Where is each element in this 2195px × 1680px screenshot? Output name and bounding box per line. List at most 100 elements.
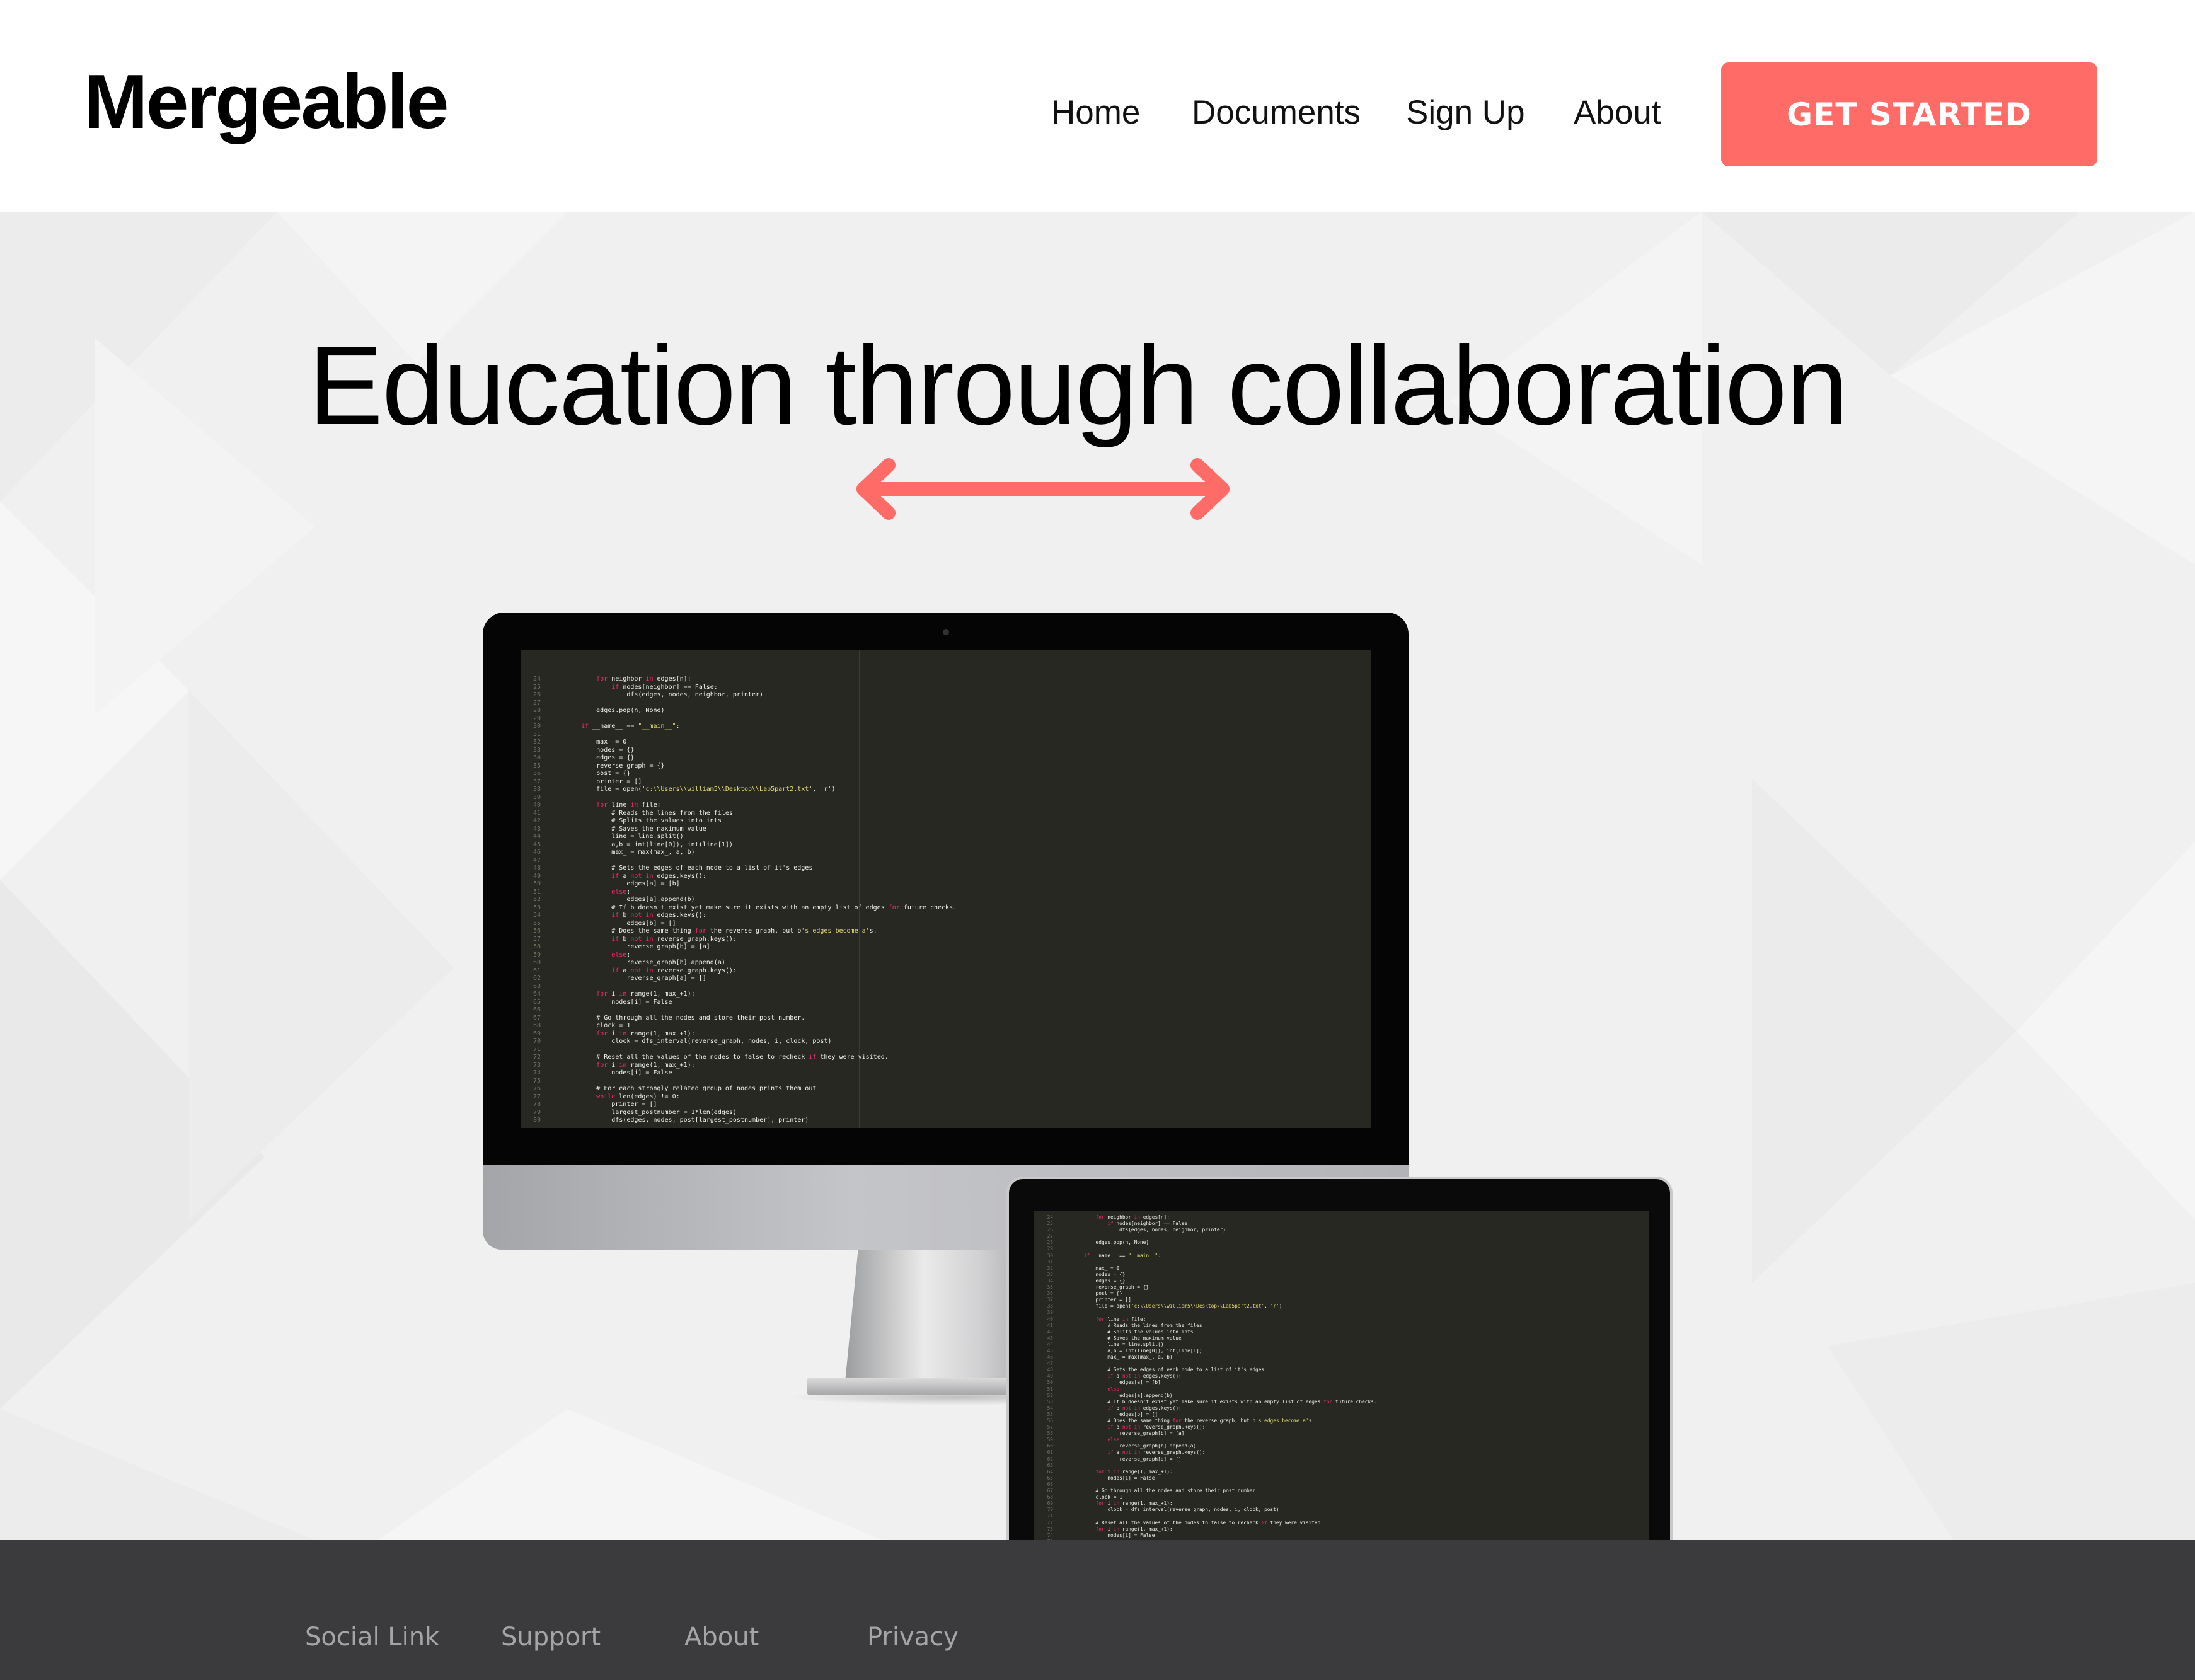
code-text: nodes[i] = False (566, 1069, 672, 1076)
code-text: nodes = {} (566, 746, 635, 754)
code-line: 65 nodes[i] = False (1034, 1475, 1377, 1482)
line-number: 64 (533, 991, 541, 998)
line-number: 42 (1047, 1328, 1053, 1335)
code-line: 40 for line in file: (1034, 1316, 1377, 1323)
code-line: 70 clock = dfs_interval(reverse_graph, n… (521, 1038, 957, 1046)
line-number: 66 (1047, 1481, 1053, 1487)
code-line: 53 # If b doesn't exist yet make sure it… (1034, 1399, 1377, 1405)
code-text: if nodes[neighbor] == False: (611, 683, 718, 691)
code-line: 38 file = open('c:\\Users\\william5\\Des… (521, 786, 957, 794)
line-number: 65 (533, 998, 541, 1006)
code-text: edges[b] = [] (1072, 1411, 1158, 1417)
code-line: 70 clock = dfs_interval(reverse_graph, n… (1034, 1507, 1377, 1513)
code-line: 46 max_ = max(max_, a, b) (1034, 1354, 1377, 1361)
code-line: 47 (1034, 1361, 1377, 1367)
code-line: 46 max_ = max(max_, a, b) (521, 849, 957, 857)
line-number: 70 (533, 1038, 541, 1045)
code-text: # If b doesn't exist yet make sure it ex… (1072, 1398, 1377, 1405)
line-number: 24 (533, 676, 541, 682)
code-line: 36 post = {} (1034, 1291, 1377, 1297)
get-started-button[interactable]: GET STARTED (1721, 62, 2097, 166)
line-number: 36 (533, 770, 541, 777)
line-number: 52 (533, 896, 541, 903)
code-text: if __name__ == "__main__": (581, 723, 680, 730)
code-text: max_ = max(max_, a, b) (566, 849, 695, 856)
line-number: 79 (533, 1108, 541, 1116)
code-text: clock = dfs_interval(reverse_graph, node… (566, 1038, 832, 1045)
footer-privacy-link[interactable]: Privacy (867, 1625, 959, 1650)
code-text: edges = {} (566, 754, 635, 761)
code-line: 66 (521, 1006, 957, 1015)
code-line: 61 if a not in reverse_graph.keys(): (521, 967, 957, 975)
nav-about-link[interactable]: About (1574, 96, 1661, 129)
code-line: 69 for i in range(1, max_+1): (1034, 1500, 1377, 1507)
footer-support-link[interactable]: Support (501, 1625, 601, 1650)
code-line: 49 if a not in edges.keys(): (1034, 1373, 1377, 1379)
code-line: 27 (521, 699, 957, 708)
code-line: 62 reverse_graph[a] = [] (1034, 1456, 1377, 1463)
code-text: file = open('c:\\Users\\william5\\Deskto… (1072, 1303, 1282, 1309)
code-line: 72 # Reset all the values of the nodes t… (1034, 1520, 1377, 1526)
nav-signup-link[interactable]: Sign Up (1406, 96, 1525, 129)
code-line: 79 largest_postnumber = 1*len(edges) (521, 1109, 957, 1117)
line-number: 28 (533, 707, 541, 714)
code-line: 48 # Sets the edges of each node to a li… (521, 865, 957, 873)
code-line: 34 edges = {} (1034, 1278, 1377, 1284)
code-text: # Go through all the nodes and store the… (1072, 1488, 1259, 1494)
code-line: 67 # Go through all the nodes and store … (521, 1015, 957, 1023)
line-number: 61 (1047, 1449, 1053, 1456)
code-line: 35 reverse_graph = {} (1034, 1284, 1377, 1291)
code-line: 48 # Sets the edges of each node to a li… (1034, 1367, 1377, 1373)
code-line: 63 (1034, 1463, 1377, 1469)
code-line: 71 (1034, 1513, 1377, 1519)
code-line: 29 (521, 715, 957, 723)
line-number: 26 (1047, 1227, 1053, 1233)
line-number: 48 (1047, 1367, 1053, 1373)
code-line: 59 else: (1034, 1437, 1377, 1443)
code-line: 62 reverse_graph[a] = [] (521, 975, 957, 983)
hero-section: Education through collaboration 24 for n… (0, 212, 2195, 1540)
nav-home-link[interactable]: Home (1051, 96, 1140, 129)
line-number: 57 (533, 935, 541, 943)
code-text: # Sets the edges of each node to a list … (566, 865, 813, 872)
line-number: 29 (1047, 1246, 1053, 1252)
code-text: clock = 1 (566, 1022, 631, 1029)
code-text: reverse_graph[a] = [] (1072, 1456, 1182, 1462)
imac-monitor: 24 for neighbor in edges[n]: 25 if nodes[… (483, 613, 1409, 1165)
code-text: clock = 1 (1072, 1494, 1122, 1500)
code-text: if a not in edges.keys(): (1107, 1373, 1182, 1379)
code-line: 69 for i in range(1, max_+1): (521, 1030, 957, 1038)
code-text: # Reset all the values of the nodes to f… (1072, 1519, 1324, 1526)
line-number: 75 (533, 1077, 541, 1085)
code-line: 77 while len(edges) != 0: (521, 1093, 957, 1102)
line-number: 38 (533, 786, 541, 793)
code-text: # Splits the values into ints (566, 817, 722, 824)
nav-documents-link[interactable]: Documents (1192, 96, 1361, 129)
code-text: # Splits the values into ints (1072, 1328, 1194, 1335)
line-number: 34 (533, 754, 541, 761)
code-line: 64 for i in range(1, max_+1): (521, 991, 957, 999)
line-number: 65 (1047, 1475, 1053, 1481)
code-line: 34 edges = {} (521, 754, 957, 762)
line-number: 80 (533, 1117, 541, 1124)
code-line: 74 nodes[i] = False (521, 1069, 957, 1078)
footer-social-link[interactable]: Social Link (305, 1625, 439, 1650)
line-number: 71 (533, 1045, 541, 1053)
code-line: 27 (1034, 1233, 1377, 1240)
line-number: 29 (533, 715, 541, 722)
line-number: 66 (533, 1006, 541, 1013)
code-line: 73 for i in range(1, max_+1): (521, 1062, 957, 1070)
line-number: 46 (533, 849, 541, 856)
site-footer: Social Link Support About Privacy (0, 1540, 2195, 1680)
code-line: 54 if b not in edges.keys(): (521, 912, 957, 920)
line-number: 63 (1047, 1462, 1053, 1468)
site-logo[interactable]: Mergeable (84, 63, 449, 140)
line-number: 67 (533, 1014, 541, 1021)
line-number: 43 (533, 825, 541, 832)
code-text: line = line.split() (566, 833, 684, 840)
footer-about-link[interactable]: About (684, 1625, 759, 1650)
code-line: 59 else: (521, 952, 957, 960)
